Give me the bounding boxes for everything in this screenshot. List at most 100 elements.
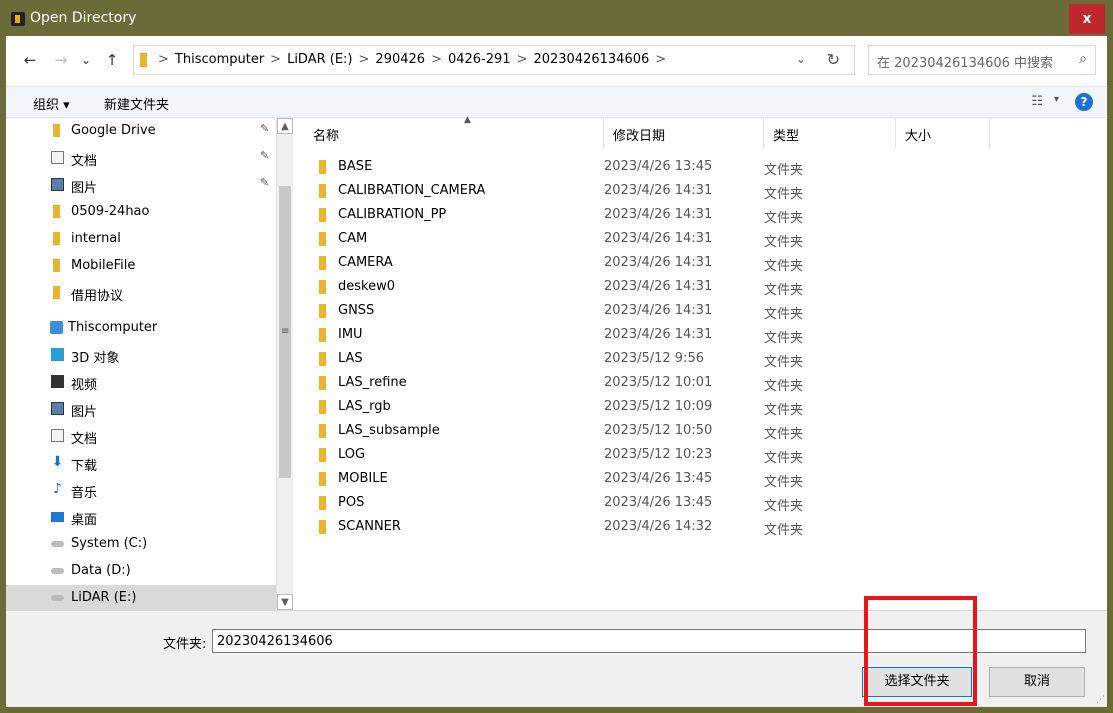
file-name: LAS_subsample [338,423,440,438]
file-row[interactable]: CAMERA 2023/4/26 14:31 文件夹 [304,251,999,275]
file-type: 文件夹 [764,307,804,322]
sidebar-item[interactable]: 借用协议 [6,280,276,306]
folder-icon [319,376,326,390]
folder-icon [319,232,326,246]
breadcrumb-item[interactable]: Thiscomputer [175,52,264,67]
app-icon [11,12,25,26]
video-icon [51,375,64,388]
folder-icon [319,448,326,462]
file-row[interactable]: POS 2023/4/26 13:45 文件夹 [304,491,999,515]
breadcrumb-item[interactable]: LiDAR (E:) [287,52,352,67]
file-modified-date: 2023/4/26 14:31 [604,207,713,222]
file-row[interactable]: CAM 2023/4/26 14:31 文件夹 [304,227,999,251]
sidebar-item[interactable]: internal [6,226,276,252]
file-modified-date: 2023/5/12 10:09 [604,399,713,414]
doc-icon [51,151,64,164]
scroll-down-icon[interactable]: ▼ [277,594,293,610]
window-title: Open Directory [30,10,137,26]
sidebar-item[interactable]: 0509-24hao [6,199,276,225]
refresh-icon[interactable]: ↻ [827,50,840,69]
file-row[interactable]: LAS_refine 2023/5/12 10:01 文件夹 [304,371,999,395]
breadcrumb-item[interactable]: 0426-291 [448,52,511,67]
sidebar-item[interactable]: Google Drive ✎ [6,118,276,144]
sidebar-item[interactable]: Data (D:) [6,558,276,584]
sidebar-item[interactable]: 桌面 [6,504,276,530]
sidebar-item[interactable]: 文档 ✎ [6,145,276,171]
sidebar-item[interactable]: 文档 [6,423,276,449]
sidebar-item[interactable]: ⬇ 下载 [6,450,276,476]
chevron-right-icon[interactable]: > [517,52,528,67]
cancel-button[interactable]: 取消 [989,667,1085,697]
column-size-label: 大小 [905,129,932,144]
up-arrow-icon[interactable]: ↑ [102,50,122,70]
file-row[interactable]: LAS_rgb 2023/5/12 10:09 文件夹 [304,395,999,419]
view-dropdown-icon[interactable]: ▾ [1054,94,1059,105]
file-row[interactable]: deskew0 2023/4/26 14:31 文件夹 [304,275,999,299]
sidebar-item-label: internal [71,231,121,246]
sidebar-item[interactable]: 图片 [6,396,276,422]
chevron-right-icon[interactable]: > [270,52,281,67]
chevron-right-icon[interactable]: > [158,52,169,67]
file-row[interactable]: GNSS 2023/4/26 14:31 文件夹 [304,299,999,323]
sidebar-item-label: 视频 [71,378,98,393]
file-type: 文件夹 [764,451,804,466]
file-name: BASE [338,159,373,174]
resize-grip-icon[interactable]: ⋰ [1096,695,1105,705]
chevron-right-icon[interactable]: > [655,52,666,67]
chevron-right-icon[interactable]: > [359,52,370,67]
column-header-size[interactable]: 大小 [896,118,990,148]
chevron-right-icon[interactable]: > [431,52,442,67]
file-row[interactable]: SCANNER 2023/4/26 14:32 文件夹 [304,515,999,539]
file-row[interactable]: LAS_subsample 2023/5/12 10:50 文件夹 [304,419,999,443]
sidebar-item[interactable]: 图片 ✎ [6,172,276,198]
file-row[interactable]: LOG 2023/5/12 10:23 文件夹 [304,443,999,467]
annotation-highlight-box [864,596,977,706]
breadcrumb-item[interactable]: 20230426134606 [533,52,649,67]
address-row: ← → ⌄ ↑ > Thiscomputer > LiDAR (E:) >290426 >… [6,36,1107,86]
close-button[interactable]: x [1069,4,1105,34]
sidebar-item[interactable]: Thiscomputer [6,315,276,341]
recent-locations-icon[interactable]: ⌄ [76,50,96,70]
address-bar[interactable]: > Thiscomputer > LiDAR (E:) >290426 >0426-291… [133,45,855,75]
navigation-scrollbar[interactable]: ▲ ≡ ▼ [276,118,293,610]
file-row[interactable]: MOBILE 2023/4/26 13:45 文件夹 [304,467,999,491]
folder-icon [53,259,60,272]
file-name: LAS_rgb [338,399,391,414]
forward-arrow-icon[interactable]: → [51,50,71,70]
column-header-name[interactable]: 名称 ▲ [304,115,604,148]
folder-icon [319,352,326,366]
file-type: 文件夹 [764,187,804,202]
folder-icon [53,286,60,299]
file-row[interactable]: CALIBRATION_CAMERA 2023/4/26 14:31 文件夹 [304,179,999,203]
back-arrow-icon[interactable]: ← [20,50,40,70]
sidebar-item[interactable]: LiDAR (E:) [6,585,276,610]
folder-icon [140,53,147,67]
sidebar-item[interactable]: System (C:) [6,531,276,557]
sidebar-item[interactable]: 3D 对象 [6,342,276,368]
sidebar-item[interactable]: ♪ 音乐 [6,477,276,503]
view-options-icon[interactable]: ☷ [1031,94,1043,109]
help-icon[interactable]: ? [1075,93,1093,111]
file-row[interactable]: BASE 2023/4/26 13:45 文件夹 [304,155,999,179]
chevron-down-icon[interactable]: ⌄ [796,52,806,66]
new-folder-button[interactable]: 新建文件夹 [104,94,169,113]
sidebar-item-label: 借用协议 [71,289,124,304]
scroll-up-icon[interactable]: ▲ [277,118,293,134]
file-row[interactable]: CALIBRATION_PP 2023/4/26 14:31 文件夹 [304,203,999,227]
column-header-modified[interactable]: 修改日期 [604,118,764,148]
sidebar-item-label: Google Drive [71,123,156,138]
file-row[interactable]: LAS 2023/5/12 9:56 文件夹 [304,347,999,371]
music-icon: ♪ [53,481,62,497]
file-row[interactable]: IMU 2023/4/26 14:31 文件夹 [304,323,999,347]
pin-icon: ✎ [260,122,270,135]
sidebar-item[interactable]: 视频 [6,369,276,395]
folder-icon [319,160,326,174]
search-input[interactable]: 在 20230426134606 中搜索 ⌕ [868,45,1096,75]
search-icon[interactable]: ⌕ [1079,51,1087,67]
file-list: 名称 ▲ 修改日期 类型 大小 BASE 2023/4/26 13:45 文件夹 CA… [294,115,1107,610]
organize-button[interactable]: 组织 ▾ [33,94,70,113]
folder-icon [319,400,326,414]
column-header-type[interactable]: 类型 [764,118,896,148]
breadcrumb-item[interactable]: 290426 [375,52,425,67]
sidebar-item[interactable]: MobileFile [6,253,276,279]
